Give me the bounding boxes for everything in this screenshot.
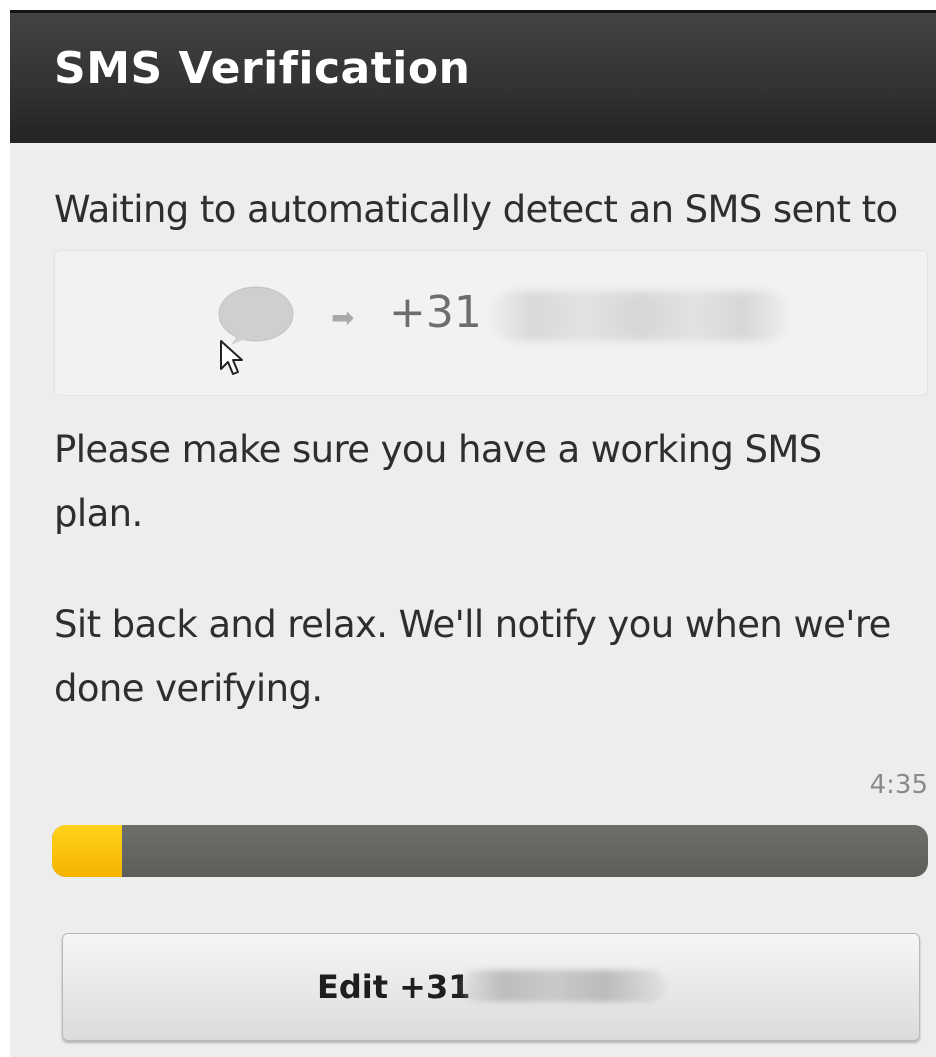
edit-number-redacted xyxy=(461,970,667,1002)
relax-notice: Sit back and relax. We'll notify you whe… xyxy=(54,603,891,710)
countdown-progress-bar xyxy=(52,825,928,877)
countdown-timer: 4:35 xyxy=(869,770,928,800)
device-frame: SMS Verification Waiting to automaticall… xyxy=(0,0,936,1057)
page-title: SMS Verification xyxy=(54,43,471,94)
title-bar: SMS Verification xyxy=(10,10,936,143)
arrow-right-icon: ➡ xyxy=(331,301,355,334)
phone-number-redacted xyxy=(489,291,789,341)
sms-plan-notice: Please make sure you have a working SMS … xyxy=(54,428,822,535)
mouse-cursor-icon xyxy=(220,340,243,375)
waiting-message: Waiting to automatically detect an SMS s… xyxy=(54,188,898,231)
edit-number-button-label: Edit +31 xyxy=(317,968,471,1006)
phone-number-prefix: +31 xyxy=(389,287,482,338)
speech-bubble-icon xyxy=(218,286,294,345)
recipient-card: ➡ +31 xyxy=(54,250,928,396)
screen: SMS Verification Waiting to automaticall… xyxy=(10,10,936,1057)
countdown-progress-fill xyxy=(52,825,123,877)
edit-number-button[interactable]: Edit +31 xyxy=(62,933,920,1041)
